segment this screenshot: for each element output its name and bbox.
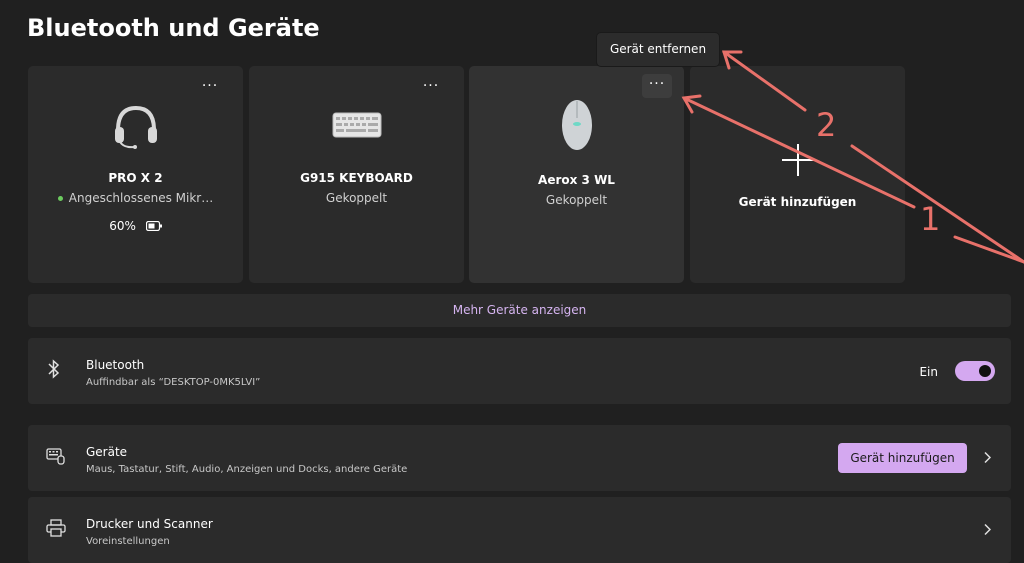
annotation-arrows — [681, 50, 1024, 264]
annotation-number-2: 2 — [816, 106, 837, 144]
annotation-number-1: 1 — [920, 200, 941, 238]
